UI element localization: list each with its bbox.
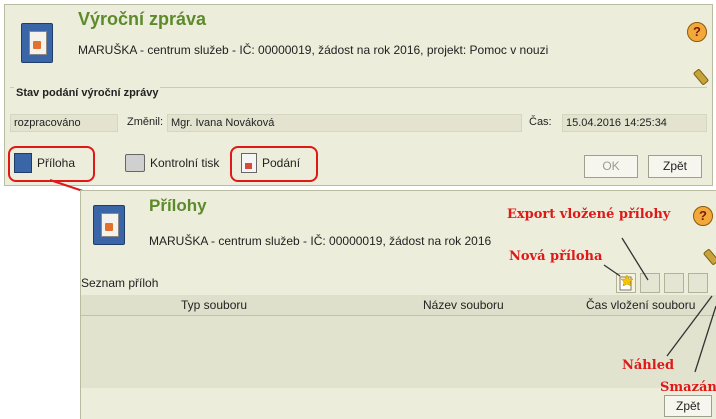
annotation-export: Export vložené přílohy — [507, 207, 671, 222]
annotation-preview: Náhled — [622, 358, 675, 373]
annotation-delete: Smazání — [660, 380, 716, 395]
annotation-new: Nová příloha — [509, 249, 603, 264]
